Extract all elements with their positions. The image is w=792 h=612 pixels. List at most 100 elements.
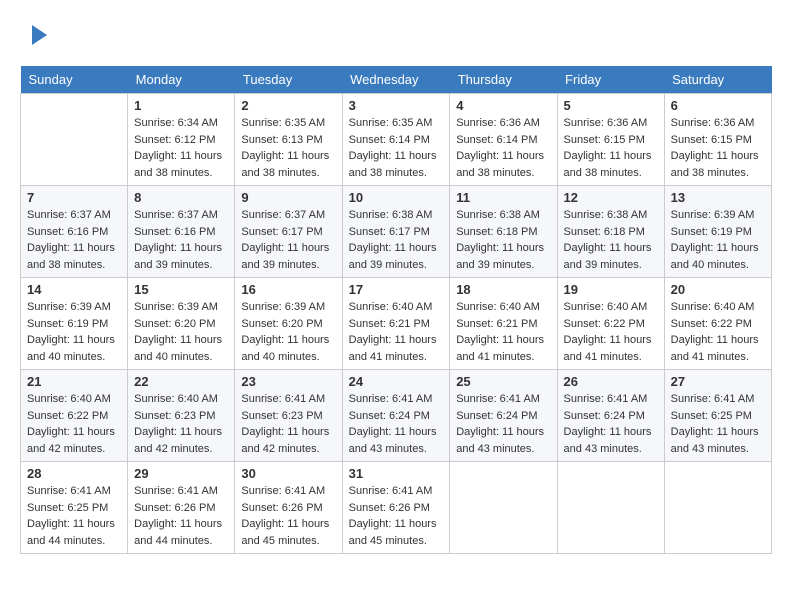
calendar-cell: 5 Sunrise: 6:36 AMSunset: 6:15 PMDaylight… [557,94,664,186]
day-detail: Sunrise: 6:35 AMSunset: 6:13 PMDaylight:… [241,115,335,181]
day-detail: Sunrise: 6:39 AMSunset: 6:19 PMDaylight:… [671,207,765,273]
day-number: 18 [456,282,550,297]
calendar-cell [450,462,557,554]
calendar-week-row: 21 Sunrise: 6:40 AMSunset: 6:22 PMDayligh… [21,370,772,462]
day-number: 29 [134,466,228,481]
calendar-header-row: SundayMondayTuesdayWednesdayThursdayFrid… [21,66,772,94]
day-detail: Sunrise: 6:37 AMSunset: 6:17 PMDaylight:… [241,207,335,273]
day-number: 19 [564,282,658,297]
calendar-cell: 1 Sunrise: 6:34 AMSunset: 6:12 PMDaylight… [128,94,235,186]
calendar-cell: 20 Sunrise: 6:40 AMSunset: 6:22 PMDayligh… [664,278,771,370]
day-detail: Sunrise: 6:34 AMSunset: 6:12 PMDaylight:… [134,115,228,181]
calendar-cell: 23Sunrise: 6:41 AMSunset: 6:23 PMDayligh… [235,370,342,462]
calendar-week-row: 7 Sunrise: 6:37 AMSunset: 6:16 PMDaylight… [21,186,772,278]
calendar-week-row: 28 Sunrise: 6:41 AMSunset: 6:25 PMDayligh… [21,462,772,554]
day-detail: Sunrise: 6:39 AMSunset: 6:19 PMDaylight:… [27,299,121,365]
day-detail: Sunrise: 6:36 AMSunset: 6:15 PMDaylight:… [564,115,658,181]
day-detail: Sunrise: 6:39 AMSunset: 6:20 PMDaylight:… [241,299,335,365]
day-detail: Sunrise: 6:36 AMSunset: 6:14 PMDaylight:… [456,115,550,181]
day-detail: Sunrise: 6:35 AMSunset: 6:14 PMDaylight:… [349,115,444,181]
day-detail: Sunrise: 6:36 AMSunset: 6:15 PMDaylight:… [671,115,765,181]
day-detail: Sunrise: 6:41 AMSunset: 6:26 PMDaylight:… [349,483,444,549]
calendar-cell: 24Sunrise: 6:41 AMSunset: 6:24 PMDayligh… [342,370,450,462]
day-number: 23 [241,374,335,389]
calendar-cell: 13 Sunrise: 6:39 AMSunset: 6:19 PMDayligh… [664,186,771,278]
day-detail: Sunrise: 6:38 AMSunset: 6:18 PMDaylight:… [456,207,550,273]
day-detail: Sunrise: 6:39 AMSunset: 6:20 PMDaylight:… [134,299,228,365]
calendar-cell: 11 Sunrise: 6:38 AMSunset: 6:18 PMDayligh… [450,186,557,278]
calendar-cell: 25Sunrise: 6:41 AMSunset: 6:24 PMDayligh… [450,370,557,462]
day-detail: Sunrise: 6:40 AMSunset: 6:22 PMDaylight:… [27,391,121,457]
day-number: 22 [134,374,228,389]
day-number: 15 [134,282,228,297]
day-detail: Sunrise: 6:37 AMSunset: 6:16 PMDaylight:… [27,207,121,273]
day-detail: Sunrise: 6:41 AMSunset: 6:26 PMDaylight:… [134,483,228,549]
day-number: 17 [349,282,444,297]
day-number: 9 [241,190,335,205]
calendar-cell: 28 Sunrise: 6:41 AMSunset: 6:25 PMDayligh… [21,462,128,554]
day-number: 16 [241,282,335,297]
day-number: 26 [564,374,658,389]
calendar-cell: 19 Sunrise: 6:40 AMSunset: 6:22 PMDayligh… [557,278,664,370]
day-detail: Sunrise: 6:40 AMSunset: 6:21 PMDaylight:… [456,299,550,365]
day-number: 10 [349,190,444,205]
day-number: 21 [27,374,121,389]
calendar-cell: 27 Sunrise: 6:41 AMSunset: 6:25 PMDayligh… [664,370,771,462]
day-header-sunday: Sunday [21,66,128,94]
calendar-table: SundayMondayTuesdayWednesdayThursdayFrid… [20,66,772,554]
day-detail: Sunrise: 6:40 AMSunset: 6:23 PMDaylight:… [134,391,228,457]
day-header-monday: Monday [128,66,235,94]
day-number: 13 [671,190,765,205]
logo-icon [22,20,52,50]
day-detail: Sunrise: 6:40 AMSunset: 6:22 PMDaylight:… [671,299,765,365]
calendar-cell: 6Sunrise: 6:36 AMSunset: 6:15 PMDaylight… [664,94,771,186]
calendar-cell: 15 Sunrise: 6:39 AMSunset: 6:20 PMDayligh… [128,278,235,370]
day-header-tuesday: Tuesday [235,66,342,94]
day-number: 27 [671,374,765,389]
calendar-cell: 29 Sunrise: 6:41 AMSunset: 6:26 PMDayligh… [128,462,235,554]
day-number: 4 [456,98,550,113]
calendar-cell: 8 Sunrise: 6:37 AMSunset: 6:16 PMDaylight… [128,186,235,278]
calendar-cell: 7 Sunrise: 6:37 AMSunset: 6:16 PMDaylight… [21,186,128,278]
calendar-cell: 18 Sunrise: 6:40 AMSunset: 6:21 PMDayligh… [450,278,557,370]
day-detail: Sunrise: 6:38 AMSunset: 6:17 PMDaylight:… [349,207,444,273]
day-number: 20 [671,282,765,297]
calendar-cell: 3 Sunrise: 6:35 AMSunset: 6:14 PMDaylight… [342,94,450,186]
calendar-cell: 12 Sunrise: 6:38 AMSunset: 6:18 PMDayligh… [557,186,664,278]
day-number: 11 [456,190,550,205]
calendar-cell: 22 Sunrise: 6:40 AMSunset: 6:23 PMDayligh… [128,370,235,462]
calendar-cell: 10 Sunrise: 6:38 AMSunset: 6:17 PMDayligh… [342,186,450,278]
calendar-cell: 30Sunrise: 6:41 AMSunset: 6:26 PMDayligh… [235,462,342,554]
day-number: 3 [349,98,444,113]
page-header [20,20,772,50]
day-detail: Sunrise: 6:40 AMSunset: 6:21 PMDaylight:… [349,299,444,365]
calendar-cell [557,462,664,554]
day-number: 7 [27,190,121,205]
day-number: 12 [564,190,658,205]
day-header-thursday: Thursday [450,66,557,94]
day-detail: Sunrise: 6:41 AMSunset: 6:25 PMDaylight:… [671,391,765,457]
day-detail: Sunrise: 6:41 AMSunset: 6:25 PMDaylight:… [27,483,121,549]
day-number: 25 [456,374,550,389]
day-number: 31 [349,466,444,481]
day-header-friday: Friday [557,66,664,94]
calendar-cell: 31 Sunrise: 6:41 AMSunset: 6:26 PMDayligh… [342,462,450,554]
day-header-saturday: Saturday [664,66,771,94]
day-detail: Sunrise: 6:37 AMSunset: 6:16 PMDaylight:… [134,207,228,273]
day-number: 1 [134,98,228,113]
day-detail: Sunrise: 6:41 AMSunset: 6:24 PMDaylight:… [349,391,444,457]
calendar-cell: 4 Sunrise: 6:36 AMSunset: 6:14 PMDaylight… [450,94,557,186]
calendar-cell: 9 Sunrise: 6:37 AMSunset: 6:17 PMDaylight… [235,186,342,278]
calendar-cell: 16 Sunrise: 6:39 AMSunset: 6:20 PMDayligh… [235,278,342,370]
calendar-week-row: 14Sunrise: 6:39 AMSunset: 6:19 PMDayligh… [21,278,772,370]
calendar-cell: 21 Sunrise: 6:40 AMSunset: 6:22 PMDayligh… [21,370,128,462]
day-header-wednesday: Wednesday [342,66,450,94]
day-number: 28 [27,466,121,481]
day-detail: Sunrise: 6:40 AMSunset: 6:22 PMDaylight:… [564,299,658,365]
day-number: 8 [134,190,228,205]
day-number: 5 [564,98,658,113]
day-number: 2 [241,98,335,113]
day-detail: Sunrise: 6:41 AMSunset: 6:24 PMDaylight:… [564,391,658,457]
day-detail: Sunrise: 6:38 AMSunset: 6:18 PMDaylight:… [564,207,658,273]
calendar-cell: 17 Sunrise: 6:40 AMSunset: 6:21 PMDayligh… [342,278,450,370]
